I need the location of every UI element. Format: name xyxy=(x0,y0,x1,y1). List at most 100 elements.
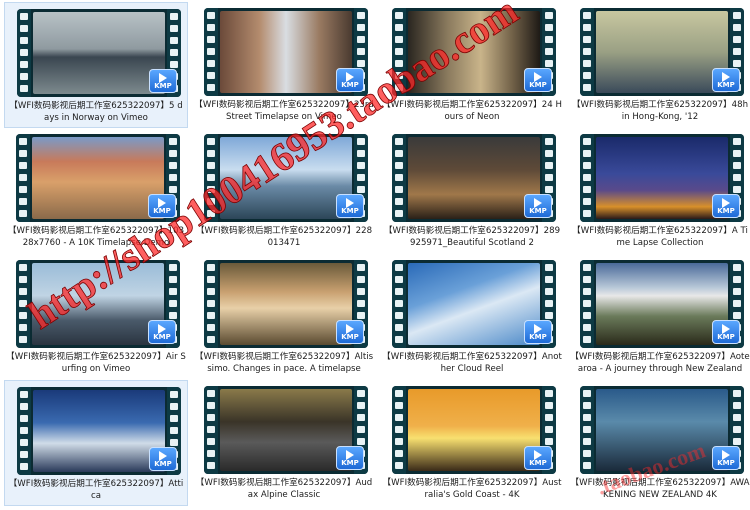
kmp-badge-label: KMP xyxy=(341,81,359,89)
film-hole xyxy=(583,186,591,193)
kmp-badge-label: KMP xyxy=(529,207,547,215)
video-thumbnail-item[interactable]: KMP 【WFI数码影视后期工作室625322097】23rd Street Ti… xyxy=(192,2,376,128)
film-hole xyxy=(207,72,215,79)
kmp-badge: KMP xyxy=(148,320,176,344)
film-hole xyxy=(357,174,365,181)
film-hole xyxy=(357,312,365,319)
video-thumbnail-item[interactable]: KMP 【WFI数码影视后期工作室625322097】A Time Lapse C… xyxy=(568,128,750,254)
film-strip-left xyxy=(204,134,218,222)
video-file-name: 【WFI数码影视后期工作室625322097】10328x7760 - A 10… xyxy=(7,226,185,248)
film-hole xyxy=(733,24,741,31)
film-hole xyxy=(170,13,178,20)
film-hole xyxy=(207,438,215,445)
video-thumbnail-item[interactable]: KMP 【WFI数码影视后期工作室625322097】228013471 xyxy=(192,128,376,254)
film-hole xyxy=(170,37,178,44)
film-hole xyxy=(207,300,215,307)
film-hole xyxy=(583,60,591,67)
film-strip-left xyxy=(580,260,594,348)
film-hole xyxy=(169,276,177,283)
film-hole xyxy=(583,402,591,409)
film-hole xyxy=(169,162,177,169)
play-icon xyxy=(158,198,166,208)
play-icon xyxy=(534,72,542,82)
video-preview-frame xyxy=(596,263,728,345)
film-hole xyxy=(395,150,403,157)
video-thumbnail-item[interactable]: KMP 【WFI数码影视后期工作室625322097】Australia's Go… xyxy=(380,380,564,506)
film-hole xyxy=(207,264,215,271)
video-thumbnail-item[interactable]: KMP 【WFI数码影视后期工作室625322097】Aotearoa - A j… xyxy=(568,254,750,380)
film-hole xyxy=(207,162,215,169)
play-icon xyxy=(159,73,167,83)
film-hole xyxy=(395,312,403,319)
video-thumbnail-item[interactable]: KMP 【WFI数码影视后期工作室625322097】Air Surfing on… xyxy=(4,254,188,380)
film-hole xyxy=(357,426,365,433)
film-hole xyxy=(20,391,28,398)
film-hole xyxy=(19,264,27,271)
video-file-name: 【WFI数码影视后期工作室625322097】24 Hours of Neon xyxy=(382,100,562,122)
film-hole xyxy=(583,336,591,343)
film-hole xyxy=(395,438,403,445)
kmp-badge: KMP xyxy=(712,68,740,92)
film-hole xyxy=(583,84,591,91)
film-hole xyxy=(20,451,28,458)
video-thumbnail-item[interactable]: KMP 【WFI数码影视后期工作室625322097】5 days in Norw… xyxy=(4,2,188,128)
film-hole xyxy=(583,426,591,433)
video-thumbnail-item[interactable]: KMP 【WFI数码影视后期工作室625322097】289925971_Beau… xyxy=(380,128,564,254)
video-thumbnail-item[interactable]: KMP 【WFI数码影视后期工作室625322097】Attica xyxy=(4,380,188,506)
kmp-badge: KMP xyxy=(336,68,364,92)
film-hole xyxy=(583,72,591,79)
film-hole xyxy=(733,60,741,67)
film-hole xyxy=(395,288,403,295)
film-hole xyxy=(545,414,553,421)
film-hole xyxy=(395,24,403,31)
film-hole xyxy=(733,12,741,19)
film-hole xyxy=(20,25,28,32)
film-hole xyxy=(545,426,553,433)
film-hole xyxy=(207,414,215,421)
video-thumbnail-item[interactable]: KMP 【WFI数码影视后期工作室625322097】10328x7760 - A… xyxy=(4,128,188,254)
film-hole xyxy=(545,402,553,409)
video-thumbnail-item[interactable]: KMP 【WFI数码影视后期工作室625322097】48h in Hong-Ko… xyxy=(568,2,750,128)
film-hole xyxy=(20,49,28,56)
film-hole xyxy=(583,462,591,469)
video-file-name: 【WFI数码影视后期工作室625322097】Aotearoa - A jour… xyxy=(570,352,750,374)
video-file-name: 【WFI数码影视后期工作室625322097】Altissimo. Change… xyxy=(194,352,374,374)
film-hole xyxy=(19,210,27,217)
video-preview-frame xyxy=(33,390,165,472)
film-hole xyxy=(733,312,741,319)
play-icon xyxy=(722,324,730,334)
video-thumbnail: KMP xyxy=(16,260,180,348)
film-hole xyxy=(583,150,591,157)
video-file-name: 【WFI数码影视后期工作室625322097】289925971_Beautif… xyxy=(383,226,561,248)
film-hole xyxy=(583,12,591,19)
video-thumbnail: KMP xyxy=(580,134,744,222)
film-hole xyxy=(357,36,365,43)
film-strip-left xyxy=(16,134,30,222)
video-thumbnail-item[interactable]: KMP 【WFI数码影视后期工作室625322097】AWAKENING NEW … xyxy=(568,380,750,506)
film-hole xyxy=(19,336,27,343)
kmp-badge: KMP xyxy=(336,194,364,218)
film-hole xyxy=(19,174,27,181)
film-hole xyxy=(733,414,741,421)
play-icon xyxy=(534,198,542,208)
kmp-badge-label: KMP xyxy=(529,459,547,467)
kmp-badge: KMP xyxy=(336,320,364,344)
video-thumbnail-item[interactable]: KMP 【WFI数码影视后期工作室625322097】Another Cloud … xyxy=(380,254,564,380)
film-hole xyxy=(395,12,403,19)
film-hole xyxy=(19,162,27,169)
video-thumbnail: KMP xyxy=(392,260,556,348)
video-preview-frame xyxy=(220,137,352,219)
video-thumbnail-item[interactable]: KMP 【WFI数码影视后期工作室625322097】Altissimo. Cha… xyxy=(192,254,376,380)
film-hole xyxy=(733,438,741,445)
video-thumbnail: KMP xyxy=(17,9,181,97)
play-icon xyxy=(158,324,166,334)
video-file-name: 【WFI数码影视后期工作室625322097】228013471 xyxy=(195,226,373,248)
film-hole xyxy=(583,36,591,43)
video-thumbnail-item[interactable]: KMP 【WFI数码影视后期工作室625322097】24 Hours of Ne… xyxy=(380,2,564,128)
video-file-name: 【WFI数码影视后期工作室625322097】Audax Alpine Clas… xyxy=(195,478,373,500)
video-thumbnail-item[interactable]: KMP 【WFI数码影视后期工作室625322097】Audax Alpine C… xyxy=(192,380,376,506)
film-hole xyxy=(733,426,741,433)
film-hole xyxy=(733,162,741,169)
video-preview-frame xyxy=(220,389,352,471)
film-hole xyxy=(395,450,403,457)
